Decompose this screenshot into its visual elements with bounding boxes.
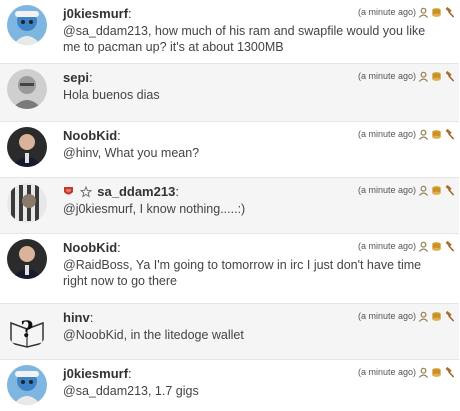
author-colon: : (128, 366, 132, 381)
user-icon[interactable] (418, 311, 429, 322)
chat-message: j0kiesmurf: (a minute ago) @sa_ddam213, … (0, 0, 459, 64)
author-name[interactable]: j0kiesmurf (63, 366, 128, 381)
coins-icon[interactable] (431, 129, 442, 140)
author-colon: : (117, 240, 121, 255)
author-colon: : (128, 6, 132, 21)
chat-feed: j0kiesmurf: (a minute ago) @sa_ddam213, … (0, 0, 460, 411)
star-icon[interactable] (79, 186, 92, 198)
svg-text:?: ? (21, 317, 34, 343)
message-text: @j0kiesmurf, I know nothing.....:) (63, 202, 246, 216)
timestamp: (a minute ago) (357, 129, 416, 139)
avatar[interactable] (7, 5, 47, 45)
author-name[interactable]: NoobKid (63, 240, 117, 255)
timestamp: (a minute ago) (357, 71, 416, 81)
gavel-icon[interactable] (444, 310, 455, 322)
gavel-icon[interactable] (444, 366, 455, 378)
author-name[interactable]: sa_ddam213 (97, 184, 175, 199)
avatar[interactable] (7, 69, 47, 109)
chat-message: j0kiesmurf: (a minute ago) @sa_ddam213, … (0, 360, 459, 411)
gavel-icon[interactable] (444, 6, 455, 18)
coins-icon[interactable] (431, 7, 442, 18)
author-colon: : (89, 310, 94, 325)
user-icon[interactable] (418, 7, 429, 18)
chat-message: sepi: (a minute ago) Hola buenos dias (0, 64, 459, 122)
user-icon[interactable] (418, 185, 429, 196)
message-text: @NoobKid, in the litedoge wallet (63, 328, 244, 342)
moderator-badge-icon (64, 187, 73, 195)
author-colon: : (89, 70, 93, 85)
coins-icon[interactable] (431, 185, 442, 196)
user-icon[interactable] (418, 241, 429, 252)
author-colon: : (175, 184, 179, 199)
message-text: @sa_ddam213, 1.7 gigs (63, 384, 199, 398)
timestamp: (a minute ago) (357, 185, 416, 195)
gavel-icon[interactable] (444, 70, 455, 82)
coins-icon[interactable] (431, 241, 442, 252)
message-text: @sa_ddam213, how much of his ram and swa… (63, 24, 426, 54)
gavel-icon[interactable] (444, 240, 455, 252)
user-icon[interactable] (418, 71, 429, 82)
avatar[interactable] (7, 183, 47, 223)
chat-message: NoobKid: (a minute ago) @hinv, What you … (0, 122, 459, 178)
chat-message: sa_ddam213: (a minute ago) @j0kiesmurf, … (0, 178, 459, 234)
chat-message: NoobKid: (a minute ago) @RaidBoss, Ya I'… (0, 234, 459, 304)
message-text: @RaidBoss, Ya I'm going to tomorrow in i… (63, 258, 422, 288)
chat-message: ? hinv: (a minute ago) @NoobKid, in the … (0, 304, 459, 360)
coins-icon[interactable] (431, 311, 442, 322)
timestamp: (a minute ago) (357, 367, 416, 377)
timestamp: (a minute ago) (357, 241, 416, 251)
author-name[interactable]: j0kiesmurf (63, 6, 128, 21)
avatar[interactable] (7, 239, 47, 279)
gavel-icon[interactable] (444, 128, 455, 140)
author-name[interactable]: NoobKid (63, 128, 117, 143)
author-colon: : (117, 128, 121, 143)
avatar[interactable] (7, 127, 47, 167)
author-name[interactable]: sepi (63, 70, 89, 85)
author-name[interactable]: hinv (63, 310, 90, 325)
avatar[interactable] (7, 365, 47, 405)
user-icon[interactable] (418, 367, 429, 378)
timestamp: (a minute ago) (357, 7, 416, 17)
user-icon[interactable] (418, 129, 429, 140)
coins-icon[interactable] (431, 367, 442, 378)
avatar[interactable]: ? (7, 309, 47, 349)
message-text: @hinv, What you mean? (63, 146, 200, 160)
message-text: Hola buenos dias (63, 88, 160, 102)
coins-icon[interactable] (431, 71, 442, 82)
gavel-icon[interactable] (444, 184, 455, 196)
timestamp: (a minute ago) (357, 311, 416, 321)
